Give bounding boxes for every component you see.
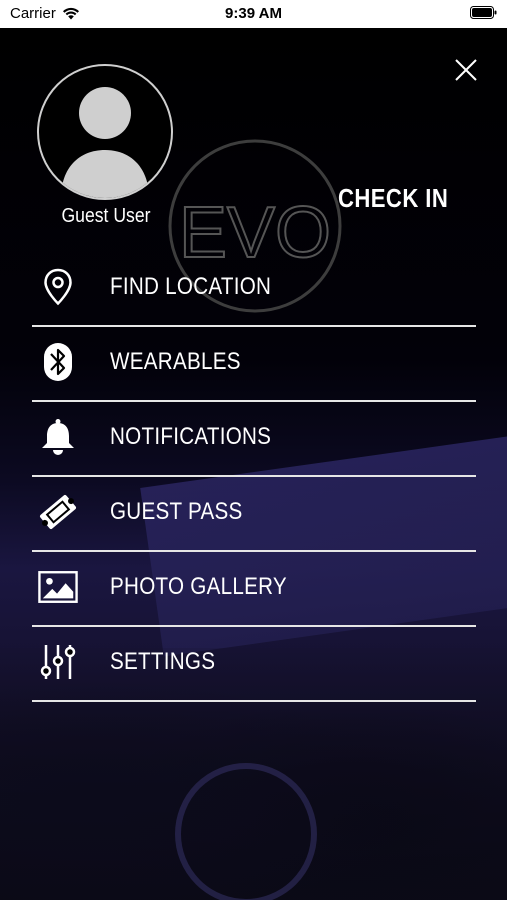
menu-item-photo-gallery[interactable]: PHOTO GALLERY: [32, 553, 476, 627]
bell-icon: [38, 417, 78, 457]
menu-label: WEARABLES: [110, 348, 241, 375]
menu-list: FIND LOCATION WEARABLES NOTIFICATIONS GU…: [32, 253, 476, 702]
location-pin-icon: [38, 267, 78, 307]
bluetooth-icon: [38, 342, 78, 382]
image-icon: [38, 567, 78, 607]
menu-item-notifications[interactable]: NOTIFICATIONS: [32, 403, 476, 477]
user-name: Guest User: [61, 205, 151, 227]
menu-item-find-location[interactable]: FIND LOCATION: [32, 253, 476, 327]
battery-icon: [470, 6, 497, 19]
menu-label: PHOTO GALLERY: [110, 573, 287, 600]
menu-label: FIND LOCATION: [110, 273, 272, 300]
menu-item-settings[interactable]: SETTINGS: [32, 628, 476, 702]
menu-label: GUEST PASS: [110, 498, 243, 525]
menu-label: NOTIFICATIONS: [110, 423, 272, 450]
status-time: 9:39 AM: [225, 5, 282, 22]
sliders-icon: [38, 642, 78, 682]
menu-label: SETTINGS: [110, 648, 216, 675]
person-silhouette-icon: [61, 87, 149, 198]
background-light: [175, 763, 317, 900]
close-icon[interactable]: [452, 56, 480, 84]
avatar[interactable]: [37, 64, 173, 200]
ticket-icon: [38, 492, 78, 532]
side-menu-screen: EVO Guest User CHECK IN FIND LOCATION WE…: [0, 28, 507, 900]
menu-item-wearables[interactable]: WEARABLES: [32, 328, 476, 402]
status-bar: Carrier 9:39 AM: [0, 0, 507, 28]
check-in-button[interactable]: CHECK IN: [338, 183, 448, 214]
menu-item-guest-pass[interactable]: GUEST PASS: [32, 478, 476, 552]
